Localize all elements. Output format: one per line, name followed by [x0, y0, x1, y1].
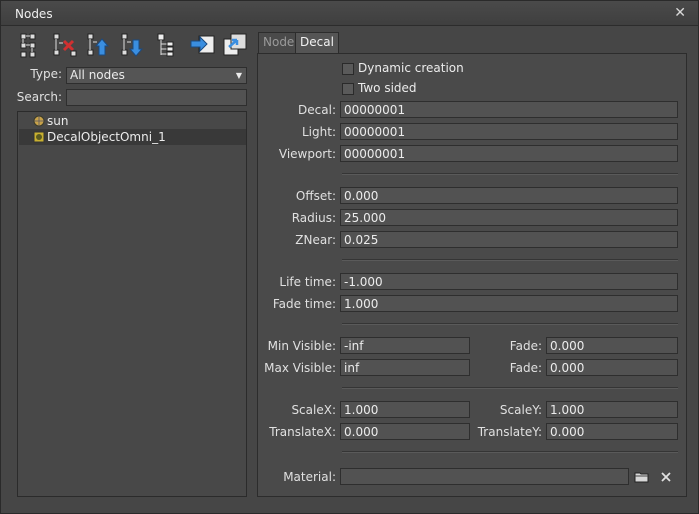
znear-field[interactable]: [340, 231, 678, 248]
material-label: Material:: [283, 470, 336, 484]
radius-label: Radius:: [291, 211, 336, 225]
separator: [342, 259, 678, 261]
node-tree[interactable]: sun DecalObjectOmni_1: [17, 111, 247, 497]
fade-time-label: Fade time:: [272, 297, 336, 311]
search-label: Search:: [16, 90, 62, 104]
scale-x-label: ScaleX:: [291, 403, 336, 417]
min-fade-field[interactable]: [546, 337, 678, 354]
nodes-window: Nodes ✕ Type: All nodes ▼ Search: sun De…: [0, 0, 699, 514]
export-node-icon[interactable]: [221, 31, 249, 59]
light-globe-icon: [33, 115, 45, 127]
life-time-field[interactable]: [340, 273, 678, 290]
search-input[interactable]: [66, 89, 247, 106]
two-sided-label: Two sided: [358, 81, 417, 95]
dynamic-creation-label: Dynamic creation: [358, 61, 464, 75]
light-mask-field[interactable]: [340, 123, 678, 140]
node-toolbar: [17, 31, 252, 61]
decal-panel: Dynamic creation Two sided Decal: Light:…: [257, 53, 687, 497]
radius-field[interactable]: [340, 209, 678, 226]
decal-object-icon: [33, 131, 45, 143]
tab-decal[interactable]: Decal: [295, 32, 339, 53]
tree-item-label: DecalObjectOmni_1: [47, 130, 166, 144]
separator: [342, 451, 678, 453]
scale-x-field[interactable]: [340, 401, 470, 418]
move-down-icon[interactable]: [119, 31, 147, 59]
offset-field[interactable]: [340, 187, 678, 204]
separator: [342, 387, 678, 389]
clear-icon[interactable]: [658, 469, 674, 485]
viewport-mask-field[interactable]: [340, 145, 678, 162]
tree-item-decal[interactable]: DecalObjectOmni_1: [19, 129, 246, 145]
life-time-label: Life time:: [279, 275, 336, 289]
translate-y-label: TranslateY:: [477, 425, 542, 439]
dynamic-creation-checkbox[interactable]: [342, 63, 354, 75]
tree-item-label: sun: [47, 114, 69, 128]
separator: [342, 173, 678, 175]
import-node-icon[interactable]: [189, 31, 217, 59]
max-visible-label: Max Visible:: [264, 361, 336, 375]
material-field[interactable]: [340, 468, 629, 485]
offset-label: Offset:: [295, 189, 336, 203]
min-fade-label: Fade:: [509, 339, 542, 353]
scale-y-label: ScaleY:: [499, 403, 542, 417]
type-label: Type:: [30, 67, 62, 81]
delete-node-icon[interactable]: [51, 31, 79, 59]
translate-y-field[interactable]: [546, 423, 678, 440]
viewport-mask-label: Viewport:: [278, 147, 336, 161]
chevron-down-icon: ▼: [235, 71, 242, 80]
decal-mask-label: Decal:: [298, 103, 336, 117]
znear-label: ZNear:: [295, 233, 336, 247]
light-mask-label: Light:: [302, 125, 336, 139]
title-bar[interactable]: Nodes ✕: [1, 1, 698, 26]
tree-item-sun[interactable]: sun: [19, 113, 246, 129]
translate-x-field[interactable]: [340, 423, 470, 440]
two-sided-checkbox[interactable]: [342, 83, 354, 95]
move-up-icon[interactable]: [85, 31, 113, 59]
tab-node[interactable]: Node: [258, 32, 300, 53]
min-visible-label: Min Visible:: [267, 339, 336, 353]
max-fade-field[interactable]: [546, 359, 678, 376]
folder-icon[interactable]: [634, 469, 650, 485]
type-select[interactable]: All nodes ▼: [66, 67, 247, 84]
translate-x-label: TranslateX:: [269, 425, 336, 439]
window-title: Nodes: [15, 7, 53, 21]
separator: [342, 323, 678, 325]
min-visible-field[interactable]: [340, 337, 470, 354]
close-icon[interactable]: ✕: [674, 5, 686, 21]
type-select-value: All nodes: [70, 68, 125, 82]
max-visible-field[interactable]: [340, 359, 470, 376]
scale-y-field[interactable]: [546, 401, 678, 418]
decal-mask-field[interactable]: [340, 101, 678, 118]
node-list-icon[interactable]: [153, 31, 181, 59]
new-node-icon[interactable]: [17, 31, 45, 59]
fade-time-field[interactable]: [340, 295, 678, 312]
max-fade-label: Fade:: [509, 361, 542, 375]
